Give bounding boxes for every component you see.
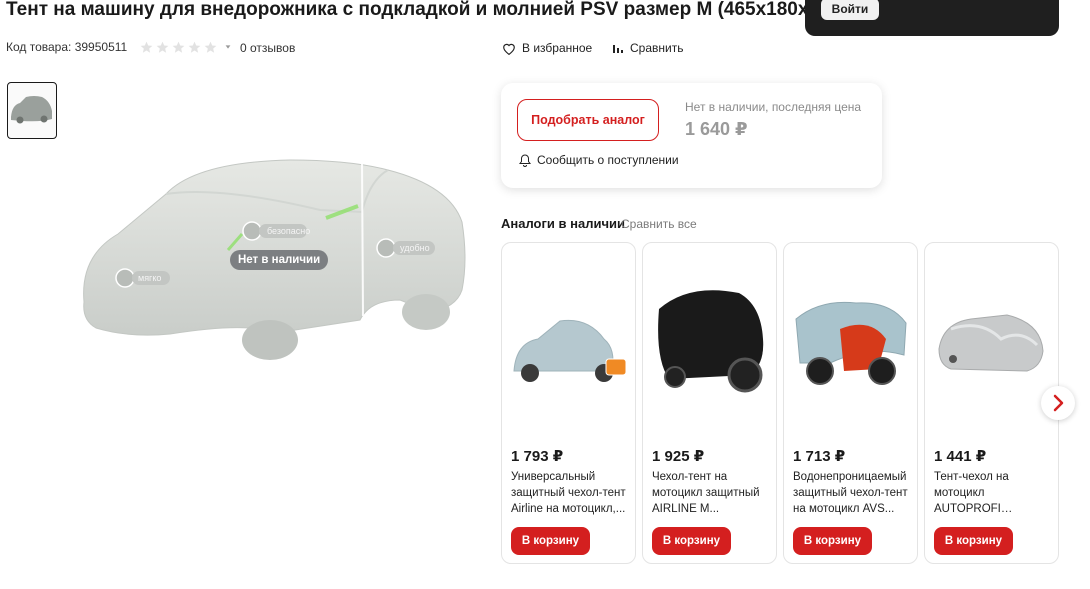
analog-card[interactable]: 1 713 ₽ Водонепроницаемый защитный чехол… <box>783 242 918 564</box>
motorcycle-cover-image <box>513 319 627 382</box>
bell-icon <box>519 153 531 167</box>
add-to-cart-button[interactable]: В корзину <box>793 527 872 555</box>
notify-button[interactable]: Сообщить о поступлении <box>519 153 679 167</box>
find-analog-button[interactable]: Подобрать аналог <box>517 99 659 141</box>
photo-badge-convenient: удобно <box>400 243 430 253</box>
motorcycle-cover-image <box>658 290 764 393</box>
carousel-next-button[interactable] <box>1041 386 1075 420</box>
photo-badge-soft: мягко <box>138 273 162 283</box>
chevron-right-icon <box>1053 394 1064 412</box>
analog-name[interactable]: Водонепроницаемый защитный чехол-тент на… <box>793 469 913 517</box>
analog-name[interactable]: Чехол-тент на мотоцикл защитный AIRLINE … <box>652 469 772 517</box>
page-title: Тент на машину для внедорожника с подкла… <box>6 0 836 20</box>
star-icon <box>140 41 153 53</box>
star-icon <box>188 41 201 53</box>
analog-name[interactable]: Универсальный защитный чехол-тент Airlin… <box>511 469 631 517</box>
login-button[interactable]: Войти <box>821 0 879 20</box>
motorcycle-cover-image <box>938 314 1044 372</box>
last-price: 1 640 ₽ <box>685 119 748 139</box>
analog-name[interactable]: Тент-чехол на мотоцикл AUTOPROFI водонеп… <box>934 469 1054 517</box>
offer-card: Подобрать аналог Нет в наличии, последня… <box>501 83 882 188</box>
compare-label: Сравнить <box>630 41 684 55</box>
out-of-stock-badge: Нет в наличии <box>230 250 329 270</box>
car-cover-thumbnail-icon <box>11 96 52 124</box>
chevron-down-icon <box>225 45 231 49</box>
product-code: Код товара: 39950511 <box>6 40 128 54</box>
heart-icon <box>503 43 515 55</box>
car-cover-image <box>83 159 466 360</box>
analog-card[interactable]: 1 441 ₽ Тент-чехол на мотоцикл AUTOPROFI… <box>924 242 1059 564</box>
add-to-cart-button[interactable]: В корзину <box>511 527 590 555</box>
analog-price: 1 793 ₽ <box>511 448 564 465</box>
analog-price: 1 441 ₽ <box>934 448 987 465</box>
product-main-photo[interactable]: мягко безопасно удобно <box>70 150 480 390</box>
bar-chart-icon <box>613 45 623 53</box>
photo-badge-safe: безопасно <box>267 226 311 236</box>
stock-status: Нет в наличии, последняя цена <box>685 100 862 114</box>
analogs-heading: Аналоги в наличии <box>501 216 625 231</box>
notify-label: Сообщить о поступлении <box>537 153 679 167</box>
analog-price: 1 925 ₽ <box>652 448 705 465</box>
add-to-cart-button[interactable]: В корзину <box>934 527 1013 555</box>
star-icon <box>204 41 217 53</box>
product-thumbnail[interactable] <box>7 82 57 139</box>
add-to-cart-button[interactable]: В корзину <box>652 527 731 555</box>
analog-card[interactable]: 1 793 ₽ Универсальный защитный чехол-тен… <box>501 242 636 564</box>
star-icon <box>172 41 185 53</box>
rating-stars[interactable] <box>140 39 232 55</box>
analog-price: 1 713 ₽ <box>793 448 846 465</box>
compare-all-link[interactable]: Сравнить все <box>621 217 697 231</box>
favorite-button[interactable]: В избранное <box>502 39 592 57</box>
motorcycle-cover-image <box>795 301 907 385</box>
compare-button[interactable]: Сравнить <box>612 39 683 57</box>
analog-card[interactable]: 1 925 ₽ Чехол-тент на мотоцикл защитный … <box>642 242 777 564</box>
analogs-carousel: 1 793 ₽ Универсальный защитный чехол-тен… <box>501 242 1061 564</box>
login-popup: Войти <box>805 0 1059 36</box>
favorite-label: В избранное <box>522 41 593 55</box>
reviews-link[interactable]: 0 отзывов <box>240 39 295 57</box>
star-icon <box>156 41 169 53</box>
